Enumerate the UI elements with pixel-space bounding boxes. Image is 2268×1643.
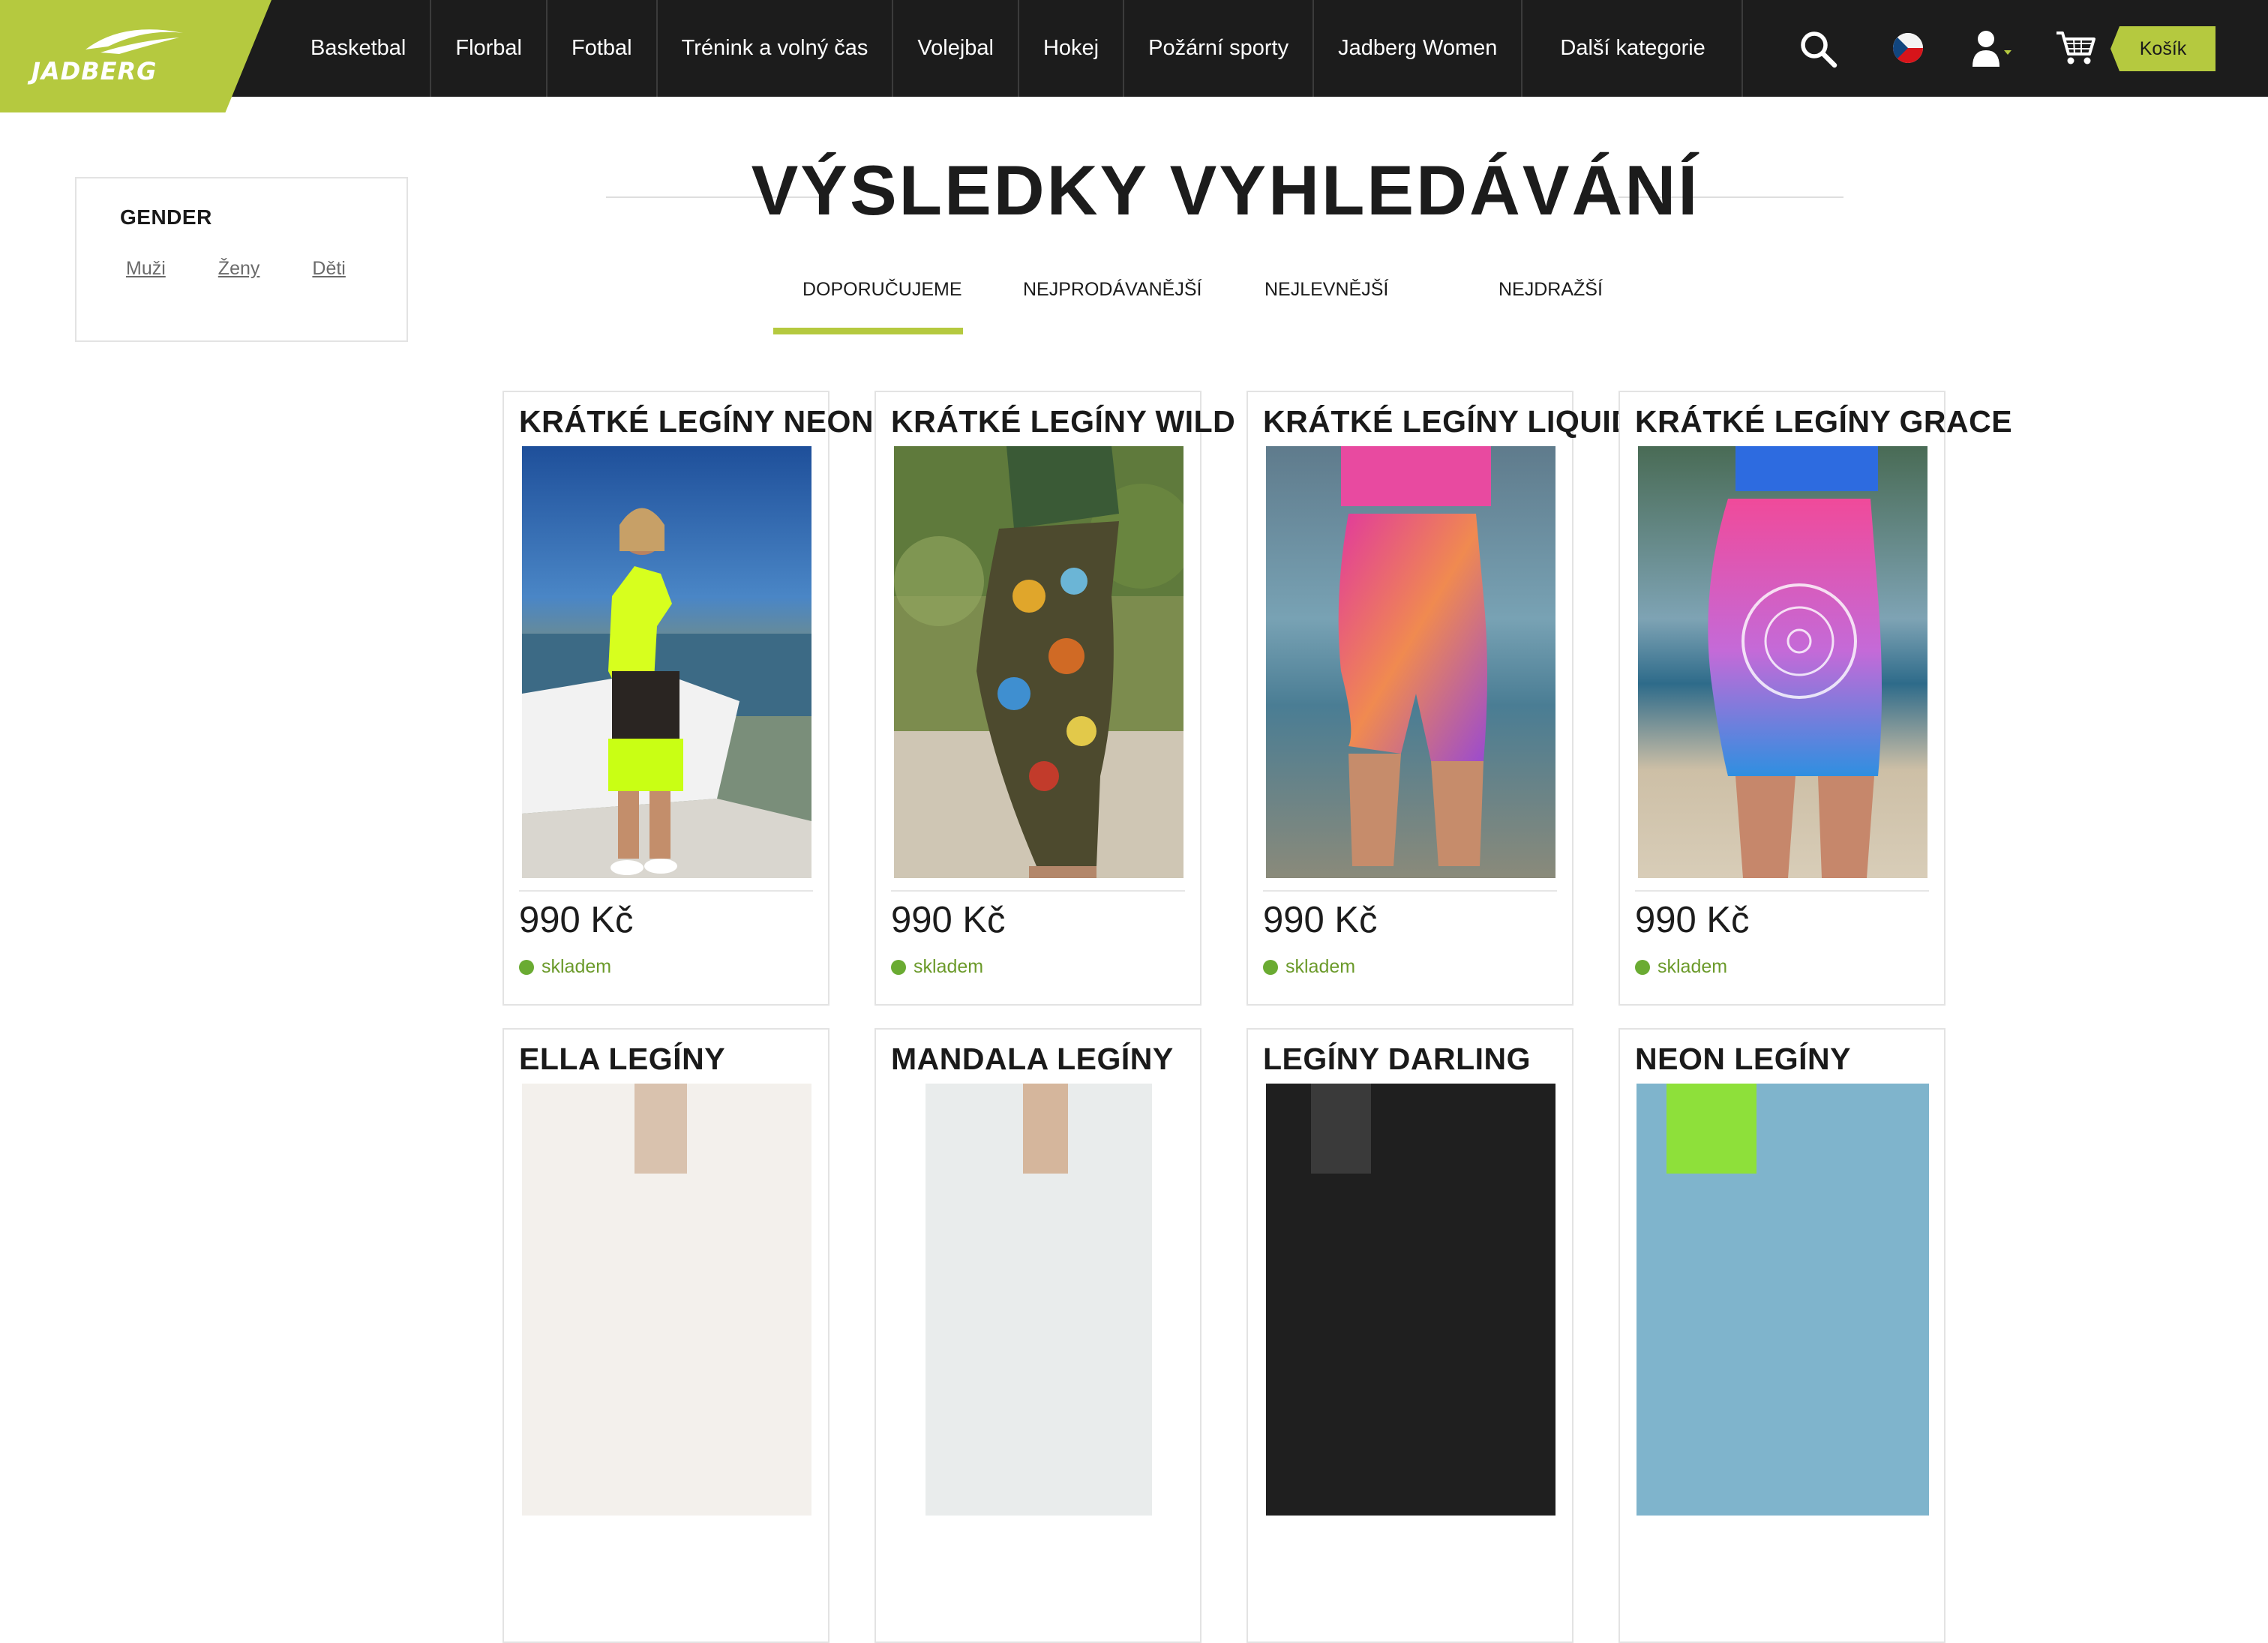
stock-status: skladem [1635,956,1727,978]
filter-option-deti[interactable]: Děti [312,258,345,280]
filter-option-zeny[interactable]: Ženy [218,258,260,280]
sort-tab-nejprodavanejsi[interactable]: NEJPRODÁVANĚJŠÍ [1023,279,1202,301]
cart-icon[interactable] [2055,28,2096,67]
sort-tab-doporucujeme[interactable]: DOPORUČUJEME [802,279,962,301]
page-title-wrap: VÝSLEDKY VYHLEDÁVÁNÍ [0,150,2268,231]
nav-item-hokej[interactable]: Hokej [1019,0,1125,97]
card-divider [519,890,813,892]
product-name: ELLA LEGÍNY [519,1042,726,1076]
stock-label: skladem [1658,956,1728,977]
product-image[interactable] [1266,446,1556,878]
stock-dot-icon [519,959,534,975]
product-card[interactable]: KRÁTKÉ LEGÍNY WILD 990 Kč skladem [874,391,1235,1006]
stock-label: skladem [1286,956,1356,977]
product-name: KRÁTKÉ LEGÍNY WILD [891,404,1236,439]
product-card[interactable]: KRÁTKÉ LEGÍNY NEON 990 Kč skladem [502,391,873,1006]
card-divider [891,890,1185,892]
product-image[interactable] [1266,1084,1556,1516]
product-price: 990 Kč [1263,900,1378,940]
nav-item-pozarni-sporty[interactable]: Požární sporty [1124,0,1315,97]
czech-flag-icon[interactable] [1893,33,1923,63]
product-image[interactable] [894,446,1184,878]
page-title: VÝSLEDKY VYHLEDÁVÁNÍ [751,151,1700,229]
cart-button[interactable]: Košík [2110,26,2216,71]
search-icon[interactable] [1798,29,1838,68]
card-divider [1263,890,1557,892]
nav-item-volejbal[interactable]: Volejbal [893,0,1019,97]
active-sort-indicator [773,328,963,334]
product-name: LEGÍNY DARLING [1263,1042,1532,1076]
product-card[interactable]: LEGÍNY DARLING [1246,1028,1574,1643]
product-name: KRÁTKÉ LEGÍNY NEON [519,404,874,439]
product-card[interactable]: MANDALA LEGÍNY [874,1028,1202,1643]
product-image[interactable] [1636,1084,1929,1516]
nav-item-florbal[interactable]: Florbal [431,0,548,97]
product-image[interactable] [926,1084,1152,1516]
product-name: KRÁTKÉ LEGÍNY GRACE [1635,404,2013,439]
product-card[interactable]: NEON LEGÍNY [1618,1028,1946,1643]
stock-dot-icon [1635,959,1650,975]
nav-item-jadberg-women[interactable]: Jadberg Women [1314,0,1523,97]
sort-tab-nejdrazsi[interactable]: NEJDRAŽŠÍ [1498,279,1603,301]
stock-label: skladem [542,956,612,977]
nav-item-trenink[interactable]: Trénink a volný čas [658,0,894,97]
stock-status: skladem [891,956,983,978]
jadberg-logo[interactable]: JADBERG [0,0,272,112]
product-image[interactable] [1638,446,1928,878]
stock-dot-icon [1263,959,1278,975]
product-price: 990 Kč [891,900,1006,940]
main-nav: Basketbal Florbal Fotbal Trénink a volný… [288,0,1743,97]
nav-item-fotbal[interactable]: Fotbal [548,0,658,97]
product-image[interactable] [522,1084,812,1516]
stock-status: skladem [1263,956,1355,978]
filter-option-muzi[interactable]: Muži [126,258,166,280]
nav-item-basketbal[interactable]: Basketbal [288,0,432,97]
sort-tab-nejlevnejsi[interactable]: NEJLEVNĚJŠÍ [1264,279,1388,301]
product-image[interactable] [522,446,812,878]
user-icon[interactable] [1971,29,2016,68]
product-price: 990 Kč [519,900,634,940]
swoosh-icon [86,29,183,54]
product-price: 990 Kč [1635,900,1750,940]
product-card[interactable]: KRÁTKÉ LEGÍNY GRACE 990 Kč skladem [1618,391,2012,1006]
product-name: NEON LEGÍNY [1635,1042,1851,1076]
nav-item-dalsi-kategorie[interactable]: Další kategorie [1522,0,1743,97]
stock-label: skladem [914,956,984,977]
product-card[interactable]: KRÁTKÉ LEGÍNY LIQUID 990 Kč skladem [1246,391,1634,1006]
product-name: MANDALA LEGÍNY [891,1042,1174,1076]
card-divider [1635,890,1929,892]
chevron-down-icon [2004,50,2012,55]
logo-text: JADBERG [32,57,158,85]
stock-dot-icon [891,959,906,975]
product-name: KRÁTKÉ LEGÍNY LIQUID [1263,404,1634,439]
stock-status: skladem [519,956,611,978]
product-card[interactable]: ELLA LEGÍNY [502,1028,830,1643]
